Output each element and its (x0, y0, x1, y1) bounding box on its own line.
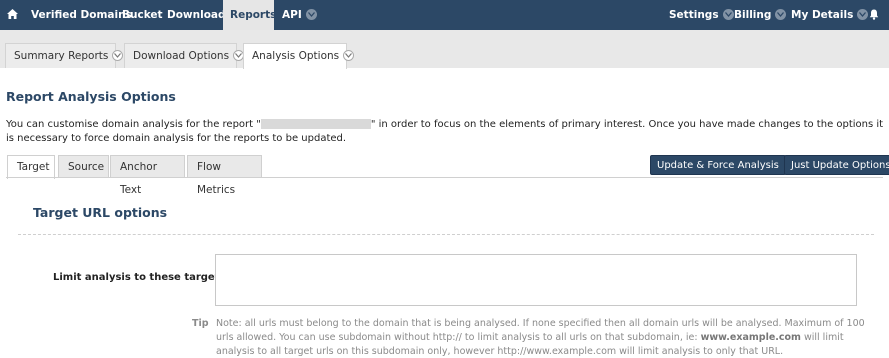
chevron-down-icon (305, 8, 317, 20)
chevron-down-icon (343, 49, 355, 61)
page-title: Report Analysis Options (6, 89, 176, 104)
tip-text: Note: all urls must belong to the domain… (216, 317, 871, 358)
subtab-label: Download Options (133, 50, 230, 62)
home-icon[interactable] (7, 0, 18, 30)
subtab-label: Analysis Options (252, 50, 340, 62)
bell-icon[interactable] (869, 0, 879, 30)
nav-api[interactable]: API (282, 0, 317, 30)
chevron-down-icon (722, 8, 734, 20)
nav-label: Settings (669, 9, 719, 21)
nav-label: Bucket (122, 9, 163, 21)
tab-label: Source (68, 161, 105, 173)
update-force-analysis-button[interactable]: Update & Force Analysis (650, 155, 786, 175)
tab-target[interactable]: Target (7, 155, 55, 179)
subtab-label: Summary Reports (14, 50, 109, 62)
nav-my-details[interactable]: My Details (791, 0, 869, 30)
tab-label: Flow Metrics (197, 161, 236, 196)
tab-anchor-text[interactable]: Anchor Text (110, 155, 185, 196)
redacted-report-name (260, 119, 371, 129)
nav-billing[interactable]: Billing (734, 0, 787, 30)
tab-divider (6, 177, 883, 178)
tab-label: Anchor Text (120, 161, 158, 196)
top-nav: Verified Domains Bucket Downloads Report… (0, 0, 889, 30)
tab-source[interactable]: Source (58, 155, 109, 178)
chevron-down-icon (112, 49, 124, 61)
nav-label: Billing (734, 9, 772, 21)
nav-bucket[interactable]: Bucket (122, 0, 163, 30)
tip-example-domain: www.example.com (700, 332, 801, 343)
just-update-options-button[interactable]: Just Update Options (784, 155, 889, 175)
nav-label: API (282, 9, 302, 21)
chevron-down-icon (857, 8, 869, 20)
chevron-down-icon (775, 8, 787, 20)
tab-download-options[interactable]: Download Options (124, 43, 245, 68)
nav-label: Verified Domains (31, 9, 132, 21)
nav-reports[interactable]: Reports (223, 0, 277, 30)
section-title: Target URL options (33, 205, 168, 220)
tab-flow-metrics[interactable]: Flow Metrics (187, 155, 262, 196)
tab-label: Target (17, 161, 50, 173)
sub-tab-bar: Summary Reports Download Options Analysi… (0, 30, 889, 69)
target-urls-input[interactable] (215, 254, 857, 306)
tab-summary-reports[interactable]: Summary Reports (5, 43, 124, 68)
page-description: You can customise domain analysis for th… (6, 118, 886, 146)
section-divider (18, 234, 874, 235)
description-text: You can customise domain analysis for th… (6, 119, 261, 130)
nav-verified-domains[interactable]: Verified Domains (31, 0, 132, 30)
tip-label: Tip (192, 318, 209, 329)
nav-settings[interactable]: Settings (669, 0, 734, 30)
nav-label: Reports (230, 9, 277, 21)
tab-analysis-options[interactable]: Analysis Options (243, 43, 355, 69)
nav-label: My Details (791, 9, 854, 21)
